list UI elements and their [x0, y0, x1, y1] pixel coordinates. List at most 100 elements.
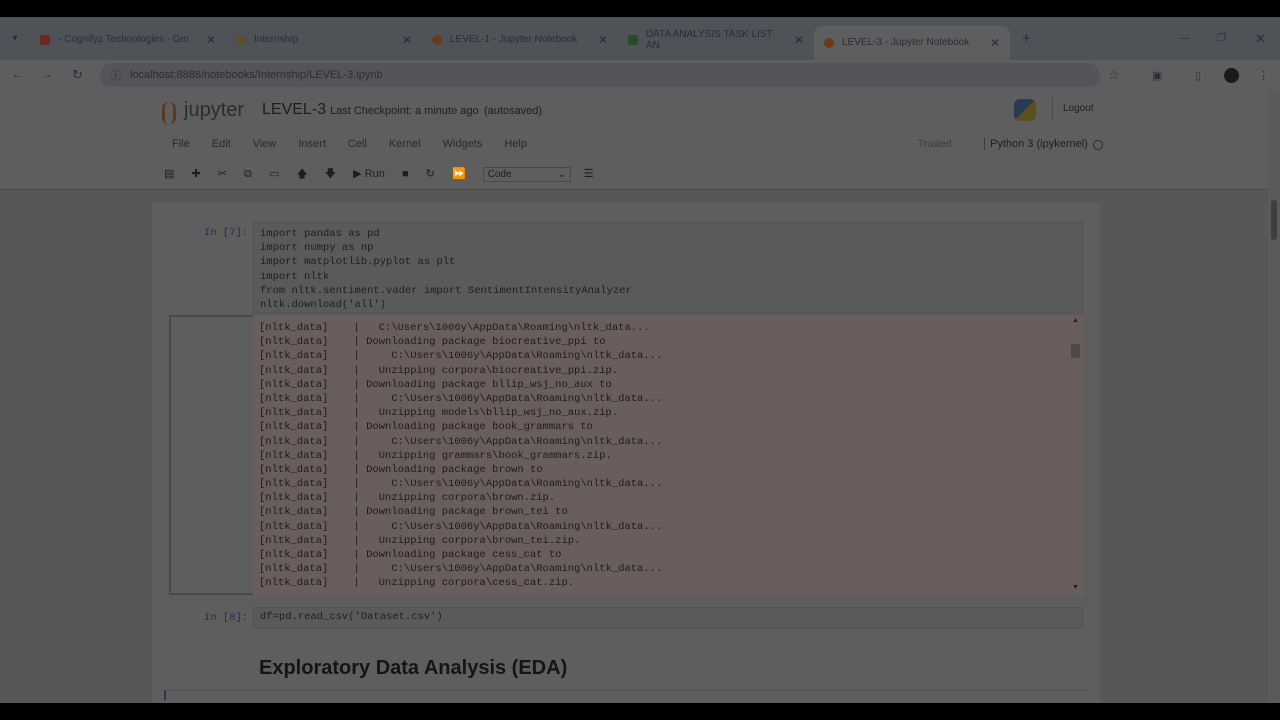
output-line: [nltk_data] | C:\Users\1006y\AppData\Roa… [259, 520, 663, 533]
output-line: [nltk_data] | C:\Users\1006y\AppData\Roa… [259, 478, 663, 491]
save-icon[interactable]: ▤ [164, 167, 174, 180]
notebook-title[interactable]: LEVEL-3 [262, 101, 326, 119]
command-palette-icon[interactable]: ☰ [584, 168, 594, 180]
paste-icon[interactable]: ▭ [269, 167, 279, 180]
url-text: localhost:8888/notebooks/Internship/LEVE… [130, 69, 383, 81]
menu-kernel[interactable]: Kernel [389, 138, 421, 150]
new-tab-button[interactable]: + [1022, 30, 1031, 47]
menu-help[interactable]: Help [504, 138, 527, 150]
bottom-letterbox [0, 703, 1280, 720]
output-line: [nltk_data] | Downloading package bllip_… [259, 378, 612, 391]
fast-forward-icon[interactable]: ⏩ [452, 167, 466, 180]
notebook-page: jupyter LEVEL-3 Last Checkpoint: a minut… [0, 90, 1268, 703]
output-line: [nltk_data] | Unzipping corpora\brown.zi… [259, 492, 556, 505]
cell-type-value: Code [487, 169, 512, 180]
url-field[interactable]: ⓘ localhost:8888/notebooks/Internship/LE… [100, 63, 1100, 87]
reload-icon[interactable]: ↻ [72, 67, 83, 83]
browser-tab[interactable]: LEVEL-1 - Jupyter Notebook ✕ [422, 25, 618, 55]
page-icon [236, 34, 246, 45]
scrollbar-thumb[interactable] [1271, 200, 1277, 240]
cell-prompt: In [8]: [204, 612, 249, 624]
menu-insert[interactable]: Insert [298, 138, 326, 150]
close-window-icon[interactable]: ✕ [1255, 31, 1266, 47]
output-line: [nltk_data] | C:\Users\1006y\AppData\Roa… [259, 435, 663, 448]
bookmark-star-icon[interactable]: ☆ [1108, 67, 1120, 83]
extensions-icon[interactable]: ▣ [1152, 69, 1162, 82]
gmail-icon [40, 34, 50, 45]
close-tab-icon[interactable]: ✕ [794, 33, 804, 47]
run-button[interactable]: ▶ Run [353, 167, 385, 180]
move-down-icon[interactable]: 🡇 [325, 165, 336, 184]
browser-tab[interactable]: Internship ✕ [226, 25, 422, 55]
output-line: [nltk_data] | Unzipping corpora\brown_te… [259, 534, 581, 547]
tab-label: DATA ANALYSIS TASK LIST AN [645, 28, 773, 51]
page-scrollbar[interactable] [1268, 90, 1280, 703]
menu-bar: File Edit View Insert Cell Kernel Widgets Help [172, 138, 549, 150]
sidepanel-icon[interactable]: ▯ [1195, 69, 1201, 82]
insert-cell-icon[interactable]: ✚ [191, 167, 200, 180]
tab-search-icon[interactable]: ▾ [0, 33, 30, 44]
markdown-heading: Exploratory Data Analysis (EDA) [259, 657, 568, 679]
copy-icon[interactable]: ⧉ [244, 168, 252, 181]
code-cell-input[interactable]: df=pd.read_csv('Dataset.csv') [253, 607, 1083, 629]
output-line: [nltk_data] | C:\Users\1006y\AppData\Roa… [259, 322, 650, 334]
menu-view[interactable]: View [253, 138, 277, 150]
restart-icon[interactable]: ↻ [426, 167, 435, 180]
menu-edit[interactable]: Edit [212, 138, 231, 150]
menu-cell[interactable]: Cell [348, 138, 367, 150]
output-line: [nltk_data] | C:\Users\1006y\AppData\Roa… [259, 350, 663, 363]
output-line: [nltk_data] | Downloading package cess_c… [259, 549, 562, 561]
cell-prompt: In [7]: [204, 227, 249, 239]
output-line: [nltk_data] | C:\Users\1006y\AppData\Roa… [259, 563, 663, 576]
browser-menu-icon[interactable]: ⋮ [1258, 69, 1269, 82]
output-scrollbar-thumb[interactable] [1071, 344, 1080, 358]
browser-tab[interactable]: DATA ANALYSIS TASK LIST AN ✕ [618, 25, 814, 55]
close-tab-icon[interactable]: ✕ [598, 33, 608, 47]
output-line: [nltk_data] | Unzipping grammars\book_gr… [259, 449, 612, 462]
trusted-indicator[interactable]: Trusted [918, 139, 952, 150]
browser-tab-active[interactable]: LEVEL-3 - Jupyter Notebook ✕ [814, 25, 1010, 60]
drive-icon [628, 34, 638, 45]
stop-icon[interactable]: ■ [402, 168, 409, 180]
output-line: [nltk_data] | Downloading package brown … [259, 463, 543, 476]
close-tab-icon[interactable]: ✕ [206, 33, 216, 47]
browser-tab-strip: ▾ - Cognifyz Technologies · Gm ✕ Internsh… [0, 17, 1280, 60]
logout-button[interactable]: Logout [1052, 97, 1104, 120]
chevron-down-icon: ⌄ [557, 169, 566, 180]
kernel-status-icon [1093, 140, 1103, 150]
cell-output-area[interactable]: [nltk_data] | C:\Users\1006y\AppData\Roa… [253, 316, 1083, 594]
back-icon[interactable]: ← [12, 69, 23, 81]
close-tab-icon[interactable]: ✕ [990, 36, 1000, 50]
move-up-icon[interactable]: 🡅 [296, 165, 307, 184]
browser-tab[interactable]: - Cognifyz Technologies · Gm ✕ [30, 25, 226, 55]
forward-icon[interactable]: → [42, 69, 53, 81]
code-cell-input[interactable]: import pandas as pd import numpy as np i… [253, 222, 1083, 314]
tab-label: LEVEL-1 - Jupyter Notebook [450, 34, 578, 45]
output-line: [nltk_data] | Unzipping corpora\cess_cat… [259, 577, 575, 590]
cell-type-select[interactable]: Code ⌄ [482, 167, 571, 182]
cut-icon[interactable]: ✂ [218, 167, 227, 180]
output-scroll-up-icon[interactable]: ▲ [1072, 317, 1079, 324]
toolbar: ▤ ✚ ✂ ⧉ ▭ 🡅 🡇 ▶ Run ■ ↻ ⏩ Code ⌄ ☰ [164, 165, 594, 184]
tab-label: Internship [254, 34, 298, 45]
checkpoint-status: Last Checkpoint: a minute ago [330, 105, 479, 117]
top-letterbox [0, 0, 1280, 17]
close-tab-icon[interactable]: ✕ [402, 33, 412, 47]
output-scroll-down-icon[interactable]: ▼ [1072, 584, 1079, 591]
output-line: [nltk_data] | Downloading package book_g… [259, 421, 593, 434]
info-icon[interactable]: ⓘ [110, 67, 121, 83]
address-bar-row: ← → ↻ ⓘ localhost:8888/notebooks/Interns… [0, 60, 1280, 90]
jupyter-icon [432, 34, 442, 45]
output-line: [nltk_data] | C:\Users\1006y\AppData\Roa… [259, 392, 663, 405]
profile-avatar[interactable] [1224, 67, 1239, 83]
python-logo-icon [1014, 99, 1036, 121]
tab-label: LEVEL-3 - Jupyter Notebook [842, 37, 970, 48]
minimize-icon[interactable]: — [1180, 33, 1190, 44]
output-prompt-area[interactable] [169, 315, 253, 595]
output-line: [nltk_data] | Downloading package biocre… [259, 336, 606, 349]
kernel-name: Python 3 (ipykernel) [984, 138, 1088, 150]
menu-widgets[interactable]: Widgets [443, 138, 483, 150]
menu-file[interactable]: File [172, 138, 190, 150]
jupyter-logo[interactable]: jupyter [184, 99, 244, 122]
restore-icon[interactable]: ❐ [1217, 33, 1226, 44]
